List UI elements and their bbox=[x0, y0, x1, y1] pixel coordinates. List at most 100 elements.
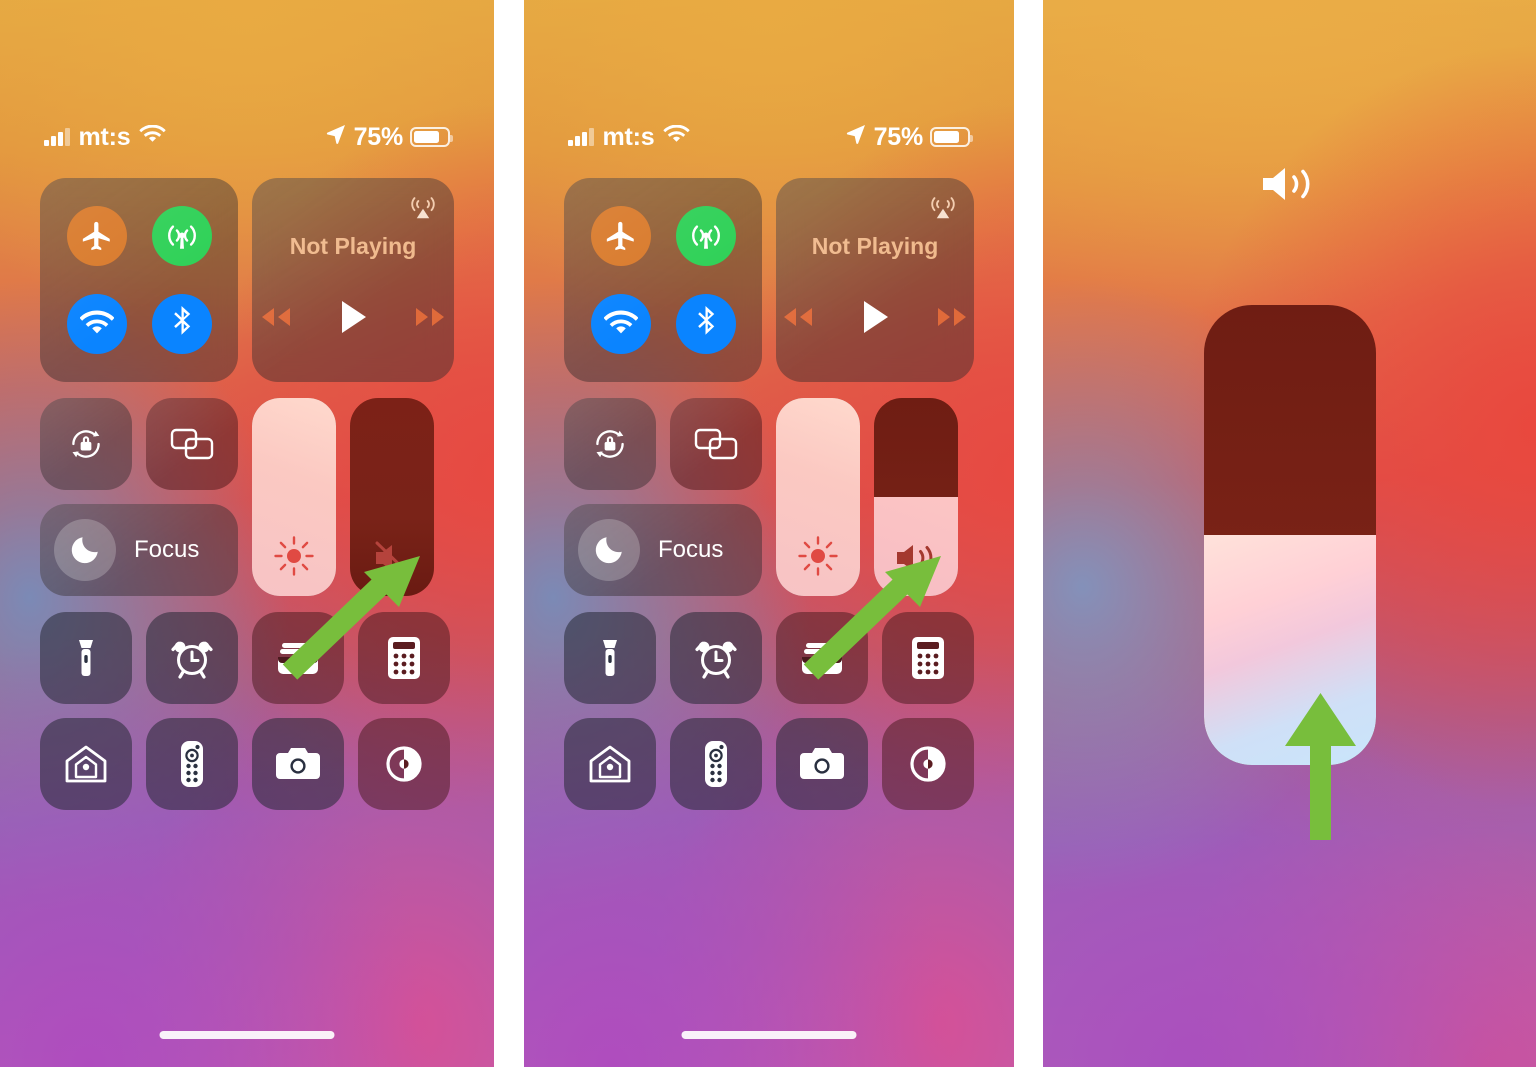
screen-mirroring-toggle[interactable] bbox=[146, 398, 238, 490]
wifi-icon bbox=[663, 123, 691, 152]
calculator-button[interactable] bbox=[358, 612, 450, 704]
wallet-button[interactable] bbox=[252, 612, 344, 704]
cc-shortcut-grid bbox=[564, 612, 974, 810]
screen-mirroring-toggle[interactable] bbox=[670, 398, 762, 490]
volume-slider-fill bbox=[1203, 535, 1376, 765]
bluetooth-toggle[interactable] bbox=[151, 294, 212, 354]
brightness-sun-icon bbox=[776, 534, 860, 578]
wallet-icon bbox=[278, 643, 318, 674]
location-arrow-icon bbox=[325, 123, 347, 152]
speaker-wave-icon bbox=[1259, 160, 1321, 213]
apple-tv-remote-button[interactable] bbox=[670, 718, 762, 810]
play-button[interactable] bbox=[860, 300, 890, 339]
home-indicator-bar[interactable] bbox=[159, 1031, 335, 1039]
airplay-icon[interactable] bbox=[408, 192, 438, 227]
moon-icon bbox=[578, 519, 640, 581]
wifi-toggle[interactable] bbox=[590, 294, 651, 354]
airplane-mode-toggle[interactable] bbox=[66, 206, 127, 266]
cellular-bars-icon bbox=[568, 128, 594, 146]
wifi-icon bbox=[139, 123, 167, 152]
calculator-button[interactable] bbox=[882, 612, 974, 704]
brightness-slider[interactable] bbox=[776, 398, 860, 596]
home-button[interactable] bbox=[40, 718, 132, 810]
cc-shortcut-grid bbox=[40, 612, 454, 810]
focus-tile[interactable]: Focus bbox=[40, 504, 238, 596]
camera-icon bbox=[276, 748, 320, 779]
location-arrow-icon bbox=[845, 123, 867, 152]
connectivity-tile[interactable] bbox=[564, 178, 762, 382]
flashlight-button[interactable] bbox=[564, 612, 656, 704]
dark-mode-button[interactable] bbox=[358, 718, 450, 810]
home-button[interactable] bbox=[564, 718, 656, 810]
volume-slider[interactable] bbox=[350, 398, 434, 596]
rewind-button[interactable] bbox=[780, 306, 814, 333]
wallet-button[interactable] bbox=[776, 612, 868, 704]
phone-panel-2: mt:s 75% Not Playing Focus bbox=[524, 0, 1014, 1067]
flashlight-button[interactable] bbox=[40, 612, 132, 704]
control-center: Not Playing Focus bbox=[564, 178, 974, 810]
battery-percent-label: 75% bbox=[873, 122, 924, 151]
bluetooth-icon bbox=[697, 306, 714, 335]
cc-top-row: Not Playing bbox=[40, 178, 454, 382]
timer-button[interactable] bbox=[670, 612, 762, 704]
camera-icon bbox=[800, 748, 844, 779]
apple-tv-remote-button[interactable] bbox=[146, 718, 238, 810]
battery-percent-label: 75% bbox=[353, 122, 404, 151]
dark-mode-button[interactable] bbox=[882, 718, 974, 810]
volume-slider[interactable] bbox=[874, 398, 958, 596]
rotation-lock-toggle[interactable] bbox=[564, 398, 656, 490]
volume-slider-hud[interactable] bbox=[1203, 305, 1376, 765]
battery-icon bbox=[410, 127, 453, 147]
bluetooth-toggle[interactable] bbox=[675, 294, 736, 354]
cellular-bars-icon bbox=[44, 128, 70, 146]
calculator-icon bbox=[388, 637, 420, 679]
focus-tile[interactable]: Focus bbox=[564, 504, 762, 596]
connectivity-tile[interactable] bbox=[40, 178, 238, 382]
focus-label: Focus bbox=[134, 536, 200, 563]
now-playing-label: Not Playing bbox=[289, 233, 417, 259]
camera-button[interactable] bbox=[252, 718, 344, 810]
cc-middle-row: Focus bbox=[564, 398, 974, 596]
home-indicator-bar[interactable] bbox=[681, 1031, 857, 1039]
dark-mode-icon bbox=[386, 746, 422, 782]
carrier-label: mt:s bbox=[602, 122, 655, 151]
play-button[interactable] bbox=[338, 300, 368, 339]
media-playback-tile[interactable]: Not Playing bbox=[252, 178, 454, 382]
speaker-wave-icon bbox=[874, 538, 958, 578]
alarm-clock-icon bbox=[695, 641, 737, 679]
cellular-data-toggle[interactable] bbox=[151, 206, 212, 266]
cellular-antenna-icon bbox=[167, 225, 196, 249]
media-playback-tile[interactable]: Not Playing bbox=[776, 178, 974, 382]
home-icon bbox=[65, 745, 107, 783]
alarm-clock-icon bbox=[171, 641, 213, 679]
airplane-icon bbox=[606, 221, 634, 251]
flashlight-icon bbox=[79, 640, 93, 676]
airplane-mode-toggle[interactable] bbox=[590, 206, 651, 266]
bluetooth-icon bbox=[173, 306, 190, 335]
dark-mode-icon bbox=[910, 746, 946, 782]
camera-button[interactable] bbox=[776, 718, 868, 810]
wallet-icon bbox=[802, 643, 842, 674]
rewind-button[interactable] bbox=[258, 306, 292, 333]
panel-divider-1 bbox=[494, 0, 524, 1067]
focus-label: Focus bbox=[658, 536, 724, 563]
cellular-antenna-icon bbox=[691, 225, 720, 249]
brightness-slider[interactable] bbox=[252, 398, 336, 596]
cellular-data-toggle[interactable] bbox=[675, 206, 736, 266]
rotation-lock-toggle[interactable] bbox=[40, 398, 132, 490]
calculator-icon bbox=[912, 637, 944, 679]
screen-mirroring-icon bbox=[694, 428, 738, 460]
rotation-lock-icon bbox=[72, 430, 100, 458]
control-center: Not Playing Focus bbox=[40, 178, 454, 810]
timer-button[interactable] bbox=[146, 612, 238, 704]
wifi-toggle[interactable] bbox=[66, 294, 127, 354]
airplay-icon[interactable] bbox=[928, 192, 958, 227]
wifi-icon bbox=[79, 310, 114, 334]
home-icon bbox=[589, 745, 631, 783]
fast-forward-button[interactable] bbox=[414, 306, 448, 333]
battery-icon bbox=[930, 127, 973, 147]
cc-middle-row: Focus bbox=[40, 398, 454, 596]
wifi-icon bbox=[603, 310, 638, 334]
tv-remote-icon bbox=[181, 741, 203, 787]
fast-forward-button[interactable] bbox=[936, 306, 970, 333]
